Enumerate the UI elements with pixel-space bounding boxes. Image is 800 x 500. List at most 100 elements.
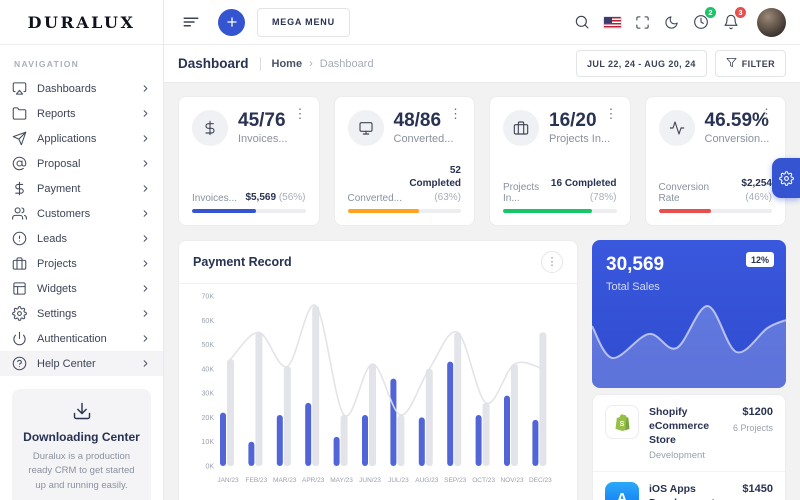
card-menu-button[interactable]: ⋮ [756, 105, 777, 122]
project-list-item-1[interactable]: A iOS Apps Development Development $1450… [593, 471, 785, 500]
app-logo[interactable]: DURALUX [28, 13, 136, 32]
total-sales-card: 30,569 Total Sales 12% [592, 240, 786, 388]
project-name: Shopify eCommerce Store [649, 405, 723, 448]
sidebar-item-customers[interactable]: Customers [12, 201, 151, 226]
language-flag-icon[interactable] [600, 13, 625, 32]
stat-card-1: ⋮ 48/86 Converted... Converted... 52 Com… [334, 96, 476, 226]
card-menu-button[interactable]: ⋮ [445, 105, 466, 122]
sidebar-item-settings[interactable]: Settings [12, 301, 151, 326]
chevron-right-icon [140, 358, 151, 369]
leads-icon [12, 231, 27, 246]
svg-text:50K: 50K [202, 342, 215, 349]
fullscreen-icon[interactable] [631, 11, 654, 34]
chevron-right-icon [140, 333, 151, 344]
breadcrumb-current: Dashboard [320, 58, 374, 70]
svg-text:MAY/23: MAY/23 [330, 477, 353, 484]
proposal-icon [12, 156, 27, 171]
chevron-right-icon [140, 333, 151, 344]
download-center-card: Downloading Center Duralux is a producti… [12, 389, 151, 500]
moon-icon [664, 15, 679, 30]
sidebar-item-applications[interactable]: Applications [12, 126, 151, 151]
card-menu-button[interactable]: ⋮ [601, 105, 622, 122]
stat-footer-label: Converted... [348, 193, 402, 204]
chevron-right-icon [140, 258, 151, 269]
stat-card-2: ⋮ 16/20 Projects In... Projects In... 16… [489, 96, 631, 226]
chevron-right-icon [140, 258, 151, 269]
stat-footer: Invoices... $5,569 (56%) [192, 191, 306, 214]
sidebar-item-help-center[interactable]: Help Center [0, 351, 163, 376]
svg-text:APR/23: APR/23 [302, 477, 325, 484]
quick-add-button[interactable] [218, 9, 245, 36]
stat-footer-value: $2,254 (46%) [721, 177, 772, 204]
chevron-right-icon [140, 233, 151, 244]
breadcrumb-chevron-icon: › [309, 58, 313, 70]
chevron-right-icon [140, 233, 151, 244]
progress-track [348, 209, 462, 213]
svg-text:OCT/23: OCT/23 [472, 477, 495, 484]
chevron-right-icon [140, 208, 151, 219]
card-menu-button[interactable]: ⋮ [290, 105, 311, 122]
activity-icon [659, 110, 695, 146]
chevron-right-icon [140, 283, 151, 294]
stat-footer-label: Invoices... [192, 193, 237, 204]
chevron-right-icon [140, 158, 151, 169]
stat-card-head: 45/76 Invoices... [192, 110, 306, 146]
sidebar-item-payment[interactable]: Payment [12, 176, 151, 201]
sidebar-item-authentication[interactable]: Authentication [12, 326, 151, 351]
stat-footer-label: Conversion Rate [659, 182, 722, 204]
sidebar-item-widgets[interactable]: Widgets [12, 276, 151, 301]
project-list-item-0[interactable]: S Shopify eCommerce Store Development $1… [593, 395, 785, 471]
sidebar-item-reports[interactable]: Reports [12, 101, 151, 126]
progress-track [192, 209, 306, 213]
chevron-right-icon [140, 183, 151, 194]
stat-title: Converted... [394, 133, 454, 145]
project-price: $1450 [733, 482, 773, 497]
topbar: MEGA MENU 2 3 [164, 0, 800, 45]
sidebar-item-leads[interactable]: Leads [12, 226, 151, 251]
breadcrumb-home-link[interactable]: Home [272, 58, 303, 70]
search-icon[interactable] [570, 10, 594, 34]
nav-section-label: NAVIGATION [14, 59, 149, 69]
shopify-icon: S [605, 405, 639, 439]
sidebar-item-proposal[interactable]: Proposal [12, 151, 151, 176]
payment-record-title: Payment Record [193, 255, 292, 269]
chevron-right-icon [140, 208, 151, 219]
screen-icon [348, 110, 384, 146]
sidebar-item-label: Proposal [37, 158, 130, 170]
briefcase-icon [513, 120, 529, 136]
chevron-right-icon [140, 108, 151, 119]
filter-icon [726, 57, 737, 68]
fullscreen-icon [635, 15, 650, 30]
card-menu-button[interactable]: ⋮ [541, 251, 563, 273]
sidebar-item-dashboards[interactable]: Dashboards [12, 76, 151, 101]
sidebar-item-label: Leads [37, 233, 130, 245]
customers-icon [12, 206, 27, 221]
sidebar-item-label: Widgets [37, 283, 130, 295]
widgets-icon [12, 281, 27, 296]
projects-icon [12, 256, 27, 271]
stat-card-0: ⋮ 45/76 Invoices... Invoices... $5,569 (… [178, 96, 320, 226]
svg-text:NOV/23: NOV/23 [500, 477, 524, 484]
svg-text:SEP/23: SEP/23 [444, 477, 466, 484]
sidebar-item-label: Reports [37, 108, 130, 120]
stat-footer: Projects In... 16 Completed (78%) [503, 177, 617, 213]
download-icon [72, 401, 92, 421]
theme-customizer-gear-button[interactable] [772, 158, 800, 198]
bell-badge: 3 [734, 6, 747, 19]
stat-footer-value: $5,569 (56%) [245, 191, 305, 205]
dark-mode-moon-icon[interactable] [660, 11, 683, 34]
authentication-icon [12, 331, 27, 346]
chevron-right-icon [140, 308, 151, 319]
hamburger-menu-icon[interactable] [178, 9, 204, 35]
sales-wave-chart [592, 296, 786, 388]
filter-button[interactable]: FILTER [715, 50, 786, 77]
project-count: 6 Projects [733, 422, 773, 435]
user-avatar[interactable] [757, 8, 786, 37]
sidebar-item-label: Authentication [37, 333, 130, 345]
stat-footer-label: Projects In... [503, 182, 545, 204]
mega-menu-button[interactable]: MEGA MENU [257, 8, 350, 37]
main-content: ⋮ 45/76 Invoices... Invoices... $5,569 (… [164, 84, 800, 500]
date-range-picker[interactable]: JUL 22, 24 - AUG 20, 24 [576, 50, 707, 77]
filter-label: FILTER [742, 59, 775, 69]
sidebar-item-projects[interactable]: Projects [12, 251, 151, 276]
